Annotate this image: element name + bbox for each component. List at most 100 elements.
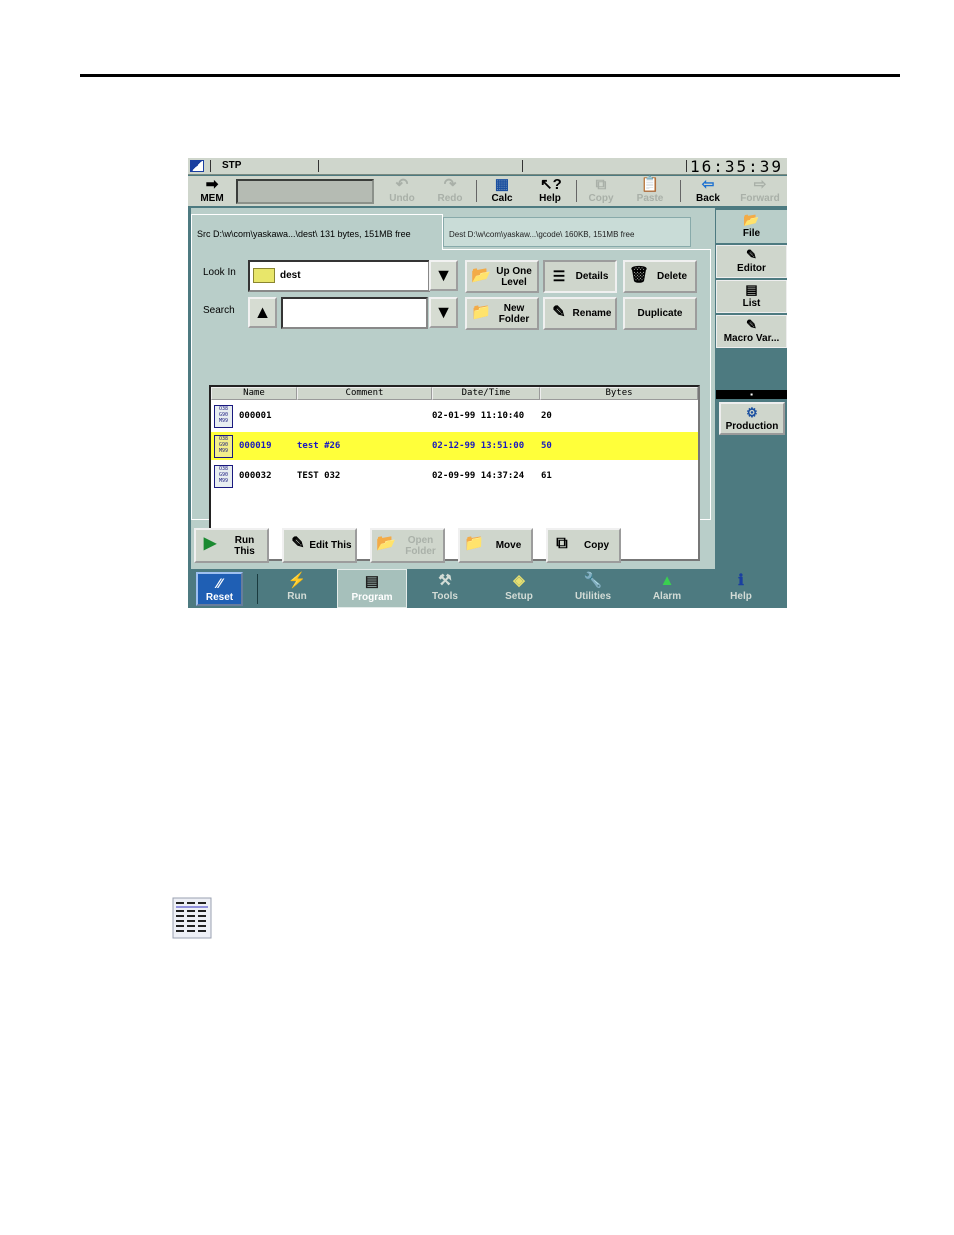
file-name: 000001 [239, 411, 272, 421]
clock: 16:35:39 [689, 158, 783, 176]
undo-button[interactable]: ↶ Undo [380, 176, 424, 206]
look-in-combo[interactable]: dest [248, 260, 430, 292]
details-button[interactable]: ☰ Details [543, 260, 617, 293]
tools-icon: ⚒ [438, 572, 452, 589]
copy-files-button[interactable]: ⧉ Copy [546, 528, 621, 563]
redo-button[interactable]: ↷ Redo [428, 176, 472, 206]
nav-utilities[interactable]: 🔧 Utilities [558, 569, 628, 608]
toolbar-divider [476, 180, 477, 202]
production-button[interactable]: ⚙ Production [719, 402, 785, 435]
forward-arrow-icon: ⇨ [753, 176, 767, 193]
status-divider [318, 160, 319, 172]
rename-icon: ✎ [552, 304, 566, 321]
undo-icon: ↶ [395, 176, 409, 193]
macro-variable-icon: ✎ [746, 317, 757, 332]
file-name: 000019 [239, 441, 272, 451]
help-cursor-icon: ↖? [540, 176, 562, 193]
yaskawa-logo-icon [190, 160, 204, 172]
tab-destination[interactable]: Dest D:\w\com\yaskaw...\gcode\ 160KB, 15… [443, 217, 691, 247]
side-tab-macro-variables[interactable]: ✎ Macro Var... [716, 315, 787, 348]
move-button[interactable]: 📁 Move [458, 528, 533, 563]
redo-icon: ↷ [443, 176, 457, 193]
nav-help[interactable]: ℹ Help [706, 569, 776, 608]
nav-tools[interactable]: ⚒ Tools [410, 569, 480, 608]
bottom-navigation: ⁄⁄ Reset ⚡ Run ▤ Program ⚒ Tools ◈ Setup… [188, 569, 787, 608]
program-file-icon: O38 G90 M99 [214, 465, 233, 488]
editor-icon: ✎ [746, 247, 757, 262]
status-divider [522, 160, 523, 172]
search-up-button[interactable]: ▲ [248, 297, 277, 328]
column-header-name[interactable]: Name [211, 387, 297, 400]
side-tab-editor[interactable]: ✎ Editor [716, 245, 787, 278]
search-down-button[interactable]: ▼ [429, 297, 458, 328]
up-one-level-button[interactable]: 📂 Up One Level [465, 260, 539, 293]
toolbar-divider [576, 180, 577, 202]
nav-divider [257, 574, 258, 604]
file-comment: test #26 [297, 441, 341, 451]
tab-source[interactable]: Src D:\w\com\yaskawa...\dest\ 131 bytes,… [191, 214, 443, 250]
mem-button[interactable]: ➡ MEM [192, 176, 232, 206]
file-row-selected[interactable]: O38 G90 M99 000019 test #26 02-12-99 13:… [211, 432, 698, 460]
column-header-comment[interactable]: Comment [297, 387, 432, 400]
status-divider [686, 160, 687, 172]
delete-button[interactable]: 🗑 Delete [623, 260, 697, 293]
file-bytes: 61 [541, 471, 552, 481]
look-in-dropdown-button[interactable]: ▼ [429, 260, 458, 291]
wrench-icon: 🔧 [583, 572, 603, 589]
details-view-icon: ☰ [552, 268, 566, 284]
mem-display-field [236, 179, 374, 204]
trash-icon: 🗑 [628, 267, 650, 284]
copy-icon: ⧉ [556, 535, 568, 552]
alarm-light-icon: ▲ [659, 572, 675, 589]
side-tab-list[interactable]: ▤ List [716, 280, 787, 313]
file-datetime: 02-01-99 11:10:40 [432, 411, 525, 421]
look-in-label: Look In [203, 267, 236, 278]
copy-toolbar-button[interactable]: ⧉ Copy [579, 176, 623, 206]
paste-button[interactable]: 📋 Paste [628, 176, 672, 206]
open-folder-button[interactable]: 📂 Open Folder [370, 528, 445, 563]
paste-icon: 📋 [640, 176, 660, 193]
back-button[interactable]: ⇦ Back [686, 176, 730, 206]
column-header-bytes[interactable]: Bytes [540, 387, 698, 400]
file-folder-icon: 📂 [743, 212, 760, 227]
search-label: Search [203, 305, 235, 316]
forward-button[interactable]: ⇨ Forward [736, 176, 784, 206]
search-input[interactable] [281, 297, 428, 329]
triangle-up-icon: ▲ [253, 302, 272, 322]
folder-icon [253, 268, 275, 283]
toolbar-divider [680, 180, 681, 202]
file-row[interactable]: O38 G90 M99 000032 TEST 032 02-09-99 14:… [211, 462, 698, 490]
status-divider [210, 160, 211, 172]
side-tab-file[interactable]: 📂 File [716, 210, 787, 243]
side-panel: 📂 File ✎ Editor ▤ List ✎ Macro Var... ▪ … [716, 208, 787, 569]
nav-alarm[interactable]: ▲ Alarm [632, 569, 702, 608]
info-icon: ℹ [738, 572, 744, 589]
machine-mode: STP [222, 160, 242, 171]
nav-program[interactable]: ▤ Program [337, 569, 407, 608]
copy-icon: ⧉ [595, 176, 607, 193]
reset-button[interactable]: ⁄⁄ Reset [196, 572, 243, 606]
help-button[interactable]: ↖? Help [528, 176, 572, 206]
program-file-icon: O38 G90 M99 [214, 435, 233, 458]
status-bar: STP 16:35:39 [188, 158, 787, 176]
edit-icon: ✎ [291, 535, 305, 552]
nav-run[interactable]: ⚡ Run [262, 569, 332, 608]
duplicate-button[interactable]: Duplicate [623, 297, 697, 330]
file-bytes: 20 [541, 411, 552, 421]
file-name: 000032 [239, 471, 272, 481]
rename-button[interactable]: ✎ Rename [543, 297, 617, 330]
open-folder-icon: 📂 [376, 535, 396, 552]
back-arrow-icon: ⇦ [701, 176, 715, 193]
column-header-datetime[interactable]: Date/Time [432, 387, 540, 400]
run-this-button[interactable]: ▶ Run This [194, 528, 269, 563]
production-icon: ⚙ [746, 405, 758, 420]
new-folder-button[interactable]: 📁 New Folder [465, 297, 539, 330]
calc-button[interactable]: ▦ Calc [480, 176, 524, 206]
setup-icon: ◈ [513, 572, 525, 589]
cnc-file-manager-window: STP 16:35:39 ➡ MEM ↶ Undo ↷ Redo ▦ Calc … [188, 158, 787, 608]
edit-this-button[interactable]: ✎ Edit This [282, 528, 357, 563]
file-row[interactable]: O38 G90 M99 000001 02-01-99 11:10:40 20 [211, 402, 698, 430]
program-file-icon: O38 G90 M99 [214, 405, 233, 428]
program-icon: ▤ [364, 573, 380, 590]
nav-setup[interactable]: ◈ Setup [484, 569, 554, 608]
